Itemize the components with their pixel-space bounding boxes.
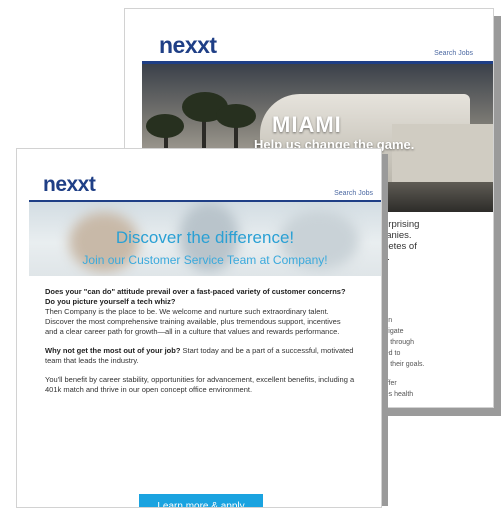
hero-title: MIAMI (272, 112, 342, 137)
paragraph-2-lead: Why not get the most out of your job? (45, 346, 181, 355)
back-nexxt-logo: nexxt (159, 32, 217, 58)
body-line: athletes of (373, 241, 417, 252)
body-line: need to (377, 350, 401, 357)
palm-tree-canopy (216, 104, 256, 128)
front-hero-banner: Discover the difference! Join our Custom… (29, 202, 381, 276)
front-nexxt-logo: nexxt (43, 173, 96, 196)
learn-more-apply-button[interactable]: Learn more & apply (139, 494, 263, 507)
body-line: navigate (377, 328, 404, 335)
body-line: eve their goals. (377, 361, 425, 368)
paragraph-1: Does your "can do" attitude prevail over… (45, 287, 355, 337)
body-line: tion through (377, 339, 414, 346)
body-line: ages health (377, 391, 414, 398)
front-email-preview: nexxt Search Jobs Discover the differenc… (16, 148, 382, 508)
body-line: e offer (377, 380, 397, 387)
paragraph-2: Why not get the most out of your job? St… (45, 346, 355, 366)
front-search-jobs-link[interactable]: Search Jobs (334, 190, 373, 197)
palm-tree-canopy (146, 114, 184, 138)
body-line: cial. (373, 252, 483, 263)
front-body-copy: Does your "can do" attitude prevail over… (45, 287, 355, 404)
body-line: mpanies. (373, 230, 412, 241)
back-body-text-2: ation navigate tion through need to eve … (377, 315, 487, 400)
hero-subheading: Join our Customer Service Team at Compan… (82, 253, 328, 267)
paragraph-3: You'll benefit by career stability, oppo… (45, 375, 355, 394)
back-search-jobs-link[interactable]: Search Jobs (434, 50, 473, 57)
body-line: ation (377, 315, 487, 326)
body-line: t surprising (373, 219, 420, 230)
paragraph-1-lead: Does your "can do" attitude prevail over… (45, 287, 346, 306)
back-email-header: nexxt Search Jobs (125, 9, 493, 59)
paragraph-1-text: Then Company is the place to be. We welc… (45, 307, 341, 336)
hero-heading: Discover the difference! (115, 228, 295, 247)
back-body-text: t surprising mpanies. athletes of cial. (373, 219, 483, 263)
